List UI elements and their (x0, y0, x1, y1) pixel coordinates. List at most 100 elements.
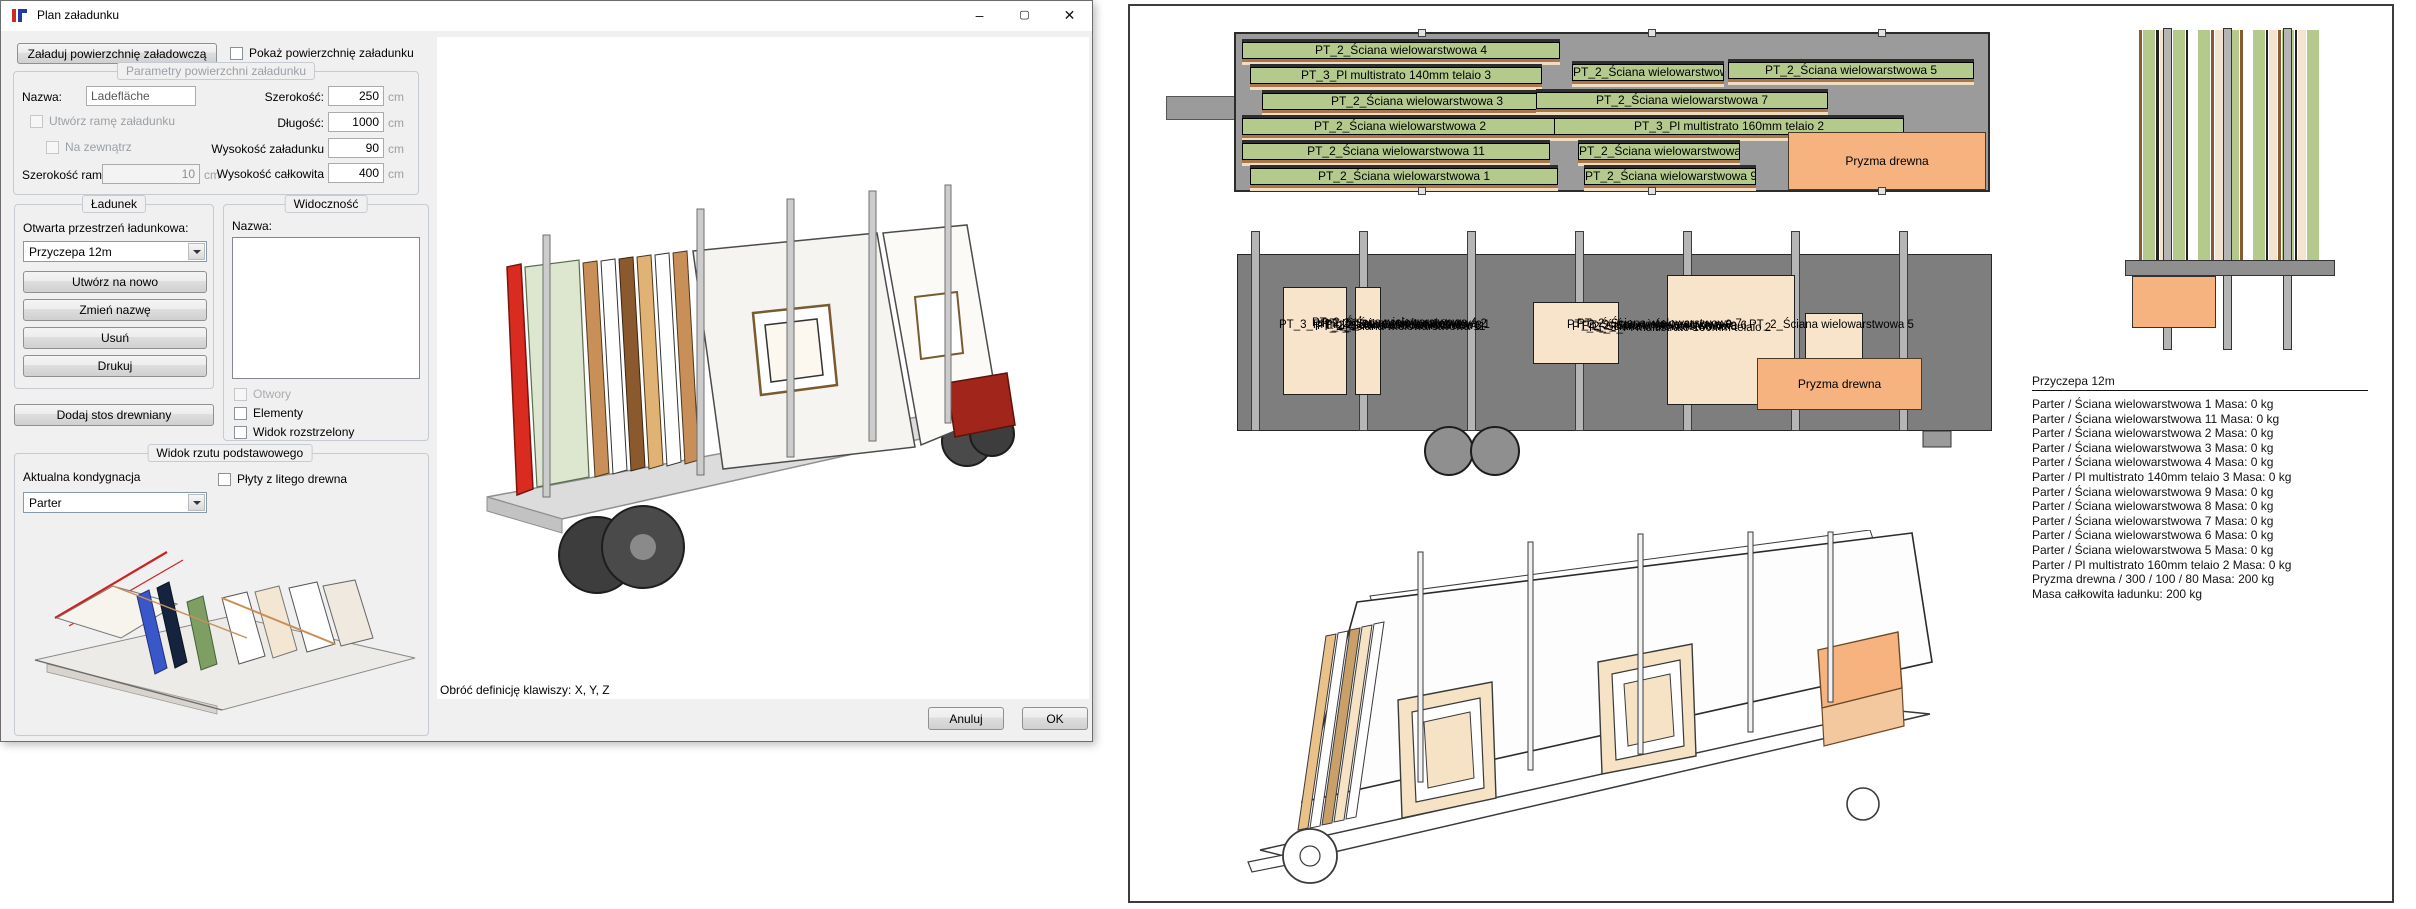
trailer-drawbar (1166, 96, 1236, 120)
selection-grip[interactable] (1648, 29, 1656, 37)
visibility-listbox[interactable] (232, 237, 420, 379)
selection-grip[interactable] (1418, 29, 1426, 37)
maximize-icon[interactable]: ▢ (1002, 1, 1047, 30)
dialog-titlebar[interactable]: Plan załadunku – ▢ ✕ (1, 1, 1092, 31)
checkbox-icon[interactable] (46, 141, 59, 154)
open-space-combobox[interactable]: Przyczepa 12m (23, 241, 207, 262)
cancel-button[interactable]: Anuluj (928, 707, 1004, 730)
isometric-view[interactable] (1230, 530, 1990, 900)
panel-edge-stripe (2298, 30, 2306, 260)
mass-report-line: Parter / Pl multistrato 160mm telaio 2 M… (2032, 558, 2380, 573)
house-preview-image (17, 518, 425, 732)
total-height-unit: cm (388, 167, 404, 181)
ok-button[interactable]: OK (1022, 707, 1088, 730)
storey-combobox[interactable]: Parter (23, 492, 207, 513)
panel-edge-stripe (2253, 30, 2265, 260)
width-field[interactable]: 250 (328, 86, 384, 106)
solid-wood-checkbox[interactable]: Płyty z litego drewna (218, 472, 347, 486)
pryzma-drewna-end-box (2132, 276, 2216, 328)
create-frame-checkbox[interactable]: Utwórz ramę załadunku (30, 114, 175, 128)
length-label: Długość: (209, 116, 324, 130)
panel-edge-stripe (2269, 30, 2277, 260)
length-unit: cm (388, 116, 404, 130)
plan-view[interactable]: PT_2_Ściana wielowarstwowa 4 PT_3_Pl mult… (1234, 32, 1990, 192)
chevron-down-icon[interactable] (188, 494, 205, 511)
plan-zaladunku-dialog: Plan załadunku – ▢ ✕ Załaduj powierzchni… (0, 0, 1093, 742)
frame-width-field[interactable]: 10 (102, 164, 200, 184)
total-height-field[interactable]: 400 (328, 163, 384, 183)
selection-grip[interactable] (1418, 187, 1426, 195)
width-unit: cm (388, 90, 404, 104)
panel-edge-stripe (2266, 30, 2268, 260)
panel-plan-label[interactable]: PT_2_Ściana wielowarstwowa 2 (1242, 118, 1558, 135)
visibility-checkbox[interactable]: Otwory (234, 387, 424, 401)
checkbox-icon[interactable] (30, 115, 43, 128)
pryzma-drewna-plan-box[interactable]: Pryzma drewna (1788, 132, 1986, 190)
cargo-action-button[interactable]: Drukuj (23, 355, 207, 377)
mass-report-line: Parter / Ściana wielowarstwowa 6 Masa: 0… (2032, 528, 2380, 543)
screenshot-root: Plan załadunku – ▢ ✕ Załaduj powierzchni… (0, 0, 2416, 909)
visibility-checkbox[interactable]: Widok rozstrzelony (234, 425, 424, 439)
close-icon[interactable]: ✕ (1047, 1, 1092, 30)
cargo-group: Ładunek Otwarta przestrzeń ładunkowa: Pr… (14, 204, 214, 389)
panel-edge-stripe (2295, 30, 2297, 260)
panel-plan-label[interactable]: PT_3_Pl multistrato 140mm telaio 3 (1250, 67, 1542, 84)
cargo-action-button[interactable]: Zmień nazwę (23, 299, 207, 321)
load-height-field[interactable]: 90 (328, 138, 384, 158)
mass-report-line: Parter / Pl multistrato 140mm telaio 3 M… (2032, 470, 2380, 485)
checkbox-icon[interactable] (230, 47, 243, 60)
mass-report-line: Parter / Ściana wielowarstwowa 8 Masa: 0… (2032, 499, 2380, 514)
checkbox-icon[interactable] (218, 473, 231, 486)
panel-plan-label[interactable]: PT_2_Ściana wielowarstwowa 8 (1578, 143, 1740, 160)
mass-report-line: Parter / Ściana wielowarstwowa 11 Masa: … (2032, 412, 2380, 427)
minimize-icon[interactable]: – (957, 1, 1002, 30)
load-height-unit: cm (388, 142, 404, 156)
outside-checkbox[interactable]: Na zewnątrz (46, 140, 132, 154)
visibility-checkbox-label: Widok rozstrzelony (253, 425, 354, 439)
checkbox-icon[interactable] (234, 426, 247, 439)
trailer-3d-render (447, 117, 1077, 637)
add-wood-stack-button[interactable]: Dodaj stos drewniany (14, 404, 214, 426)
dialog-title: Plan załadunku (37, 8, 119, 22)
panel-edge-stripe (2139, 30, 2142, 260)
panel-edge-stripe (2215, 30, 2223, 260)
mass-report-line: Parter / Ściana wielowarstwowa 7 Masa: 0… (2032, 514, 2380, 529)
name-field[interactable]: Ladefläche (86, 86, 196, 106)
cargo-group-title: Ładunek (82, 195, 146, 213)
cargo-action-button[interactable]: Usuń (23, 327, 207, 349)
panel-edge-stripe (2186, 30, 2188, 260)
cargo-action-button[interactable]: Utwórz na nowo (23, 271, 207, 293)
panel-plan-label[interactable]: PT_2_Ściana wielowarstwowa 4 (1242, 42, 1560, 59)
solid-wood-label: Płyty z litego drewna (237, 472, 347, 486)
checkbox-icon[interactable] (234, 388, 247, 401)
panel-edge-stripe (2198, 30, 2210, 260)
panel-plan-label[interactable]: PT_2_Ściana wielowarstwowa 3 (1262, 93, 1572, 110)
panel-edge-stripe (2211, 30, 2214, 260)
chevron-down-icon[interactable] (188, 243, 205, 260)
selection-grip[interactable] (1878, 29, 1886, 37)
elevation-view[interactable]: PT_3_Pl multistrato 140mm telaio 3PT_2_Ś… (1237, 227, 1992, 477)
outside-label: Na zewnątrz (65, 140, 132, 154)
selection-grip[interactable] (1878, 187, 1886, 195)
selection-grip[interactable] (1648, 187, 1656, 195)
storey-label: Aktualna kondygnacja (23, 470, 140, 484)
length-field[interactable]: 1000 (328, 112, 384, 132)
panel-plan-label[interactable]: PT_2_Ściana wielowarstwowa 9 (1584, 168, 1756, 185)
mass-report-line: Parter / Ściana wielowarstwowa 5 Masa: 0… (2032, 543, 2380, 558)
panel-plan-label[interactable]: PT_2_Ściana wielowarstwowa 7 (1536, 92, 1828, 109)
total-height-label: Wysokość całkowita (209, 167, 324, 181)
trailer-3d-viewport[interactable]: Obróć definicję klawiszy: X, Y, Z (437, 37, 1089, 699)
panel-plan-label[interactable]: PT_2_Ściana wielowarstwowa 1 (1250, 168, 1558, 185)
panel-edge-stripe (2240, 30, 2243, 260)
mass-report-line: Parter / Ściana wielowarstwowa 3 Masa: 0… (2032, 441, 2380, 456)
checkbox-icon[interactable] (234, 407, 247, 420)
panel-edge-stripe (2307, 30, 2319, 260)
end-view[interactable] (2125, 28, 2335, 353)
panel-plan-label[interactable]: PT_2_Ściana wielowarstwowa 5 (1728, 62, 1974, 79)
panel-plan-label[interactable]: PT_2_Ściana wielowarstwowa 6 (1572, 64, 1724, 81)
visibility-checkbox[interactable]: Elementy (234, 406, 424, 420)
mass-report-line: Parter / Ściana wielowarstwowa 4 Masa: 0… (2032, 455, 2380, 470)
panel-plan-label[interactable]: PT_2_Ściana wielowarstwowa 11 (1242, 143, 1550, 160)
load-surface-button[interactable]: Załaduj powierzchnię załadowczą (17, 43, 217, 64)
show-surface-checkbox[interactable]: Pokaż powierzchnię załadunku (230, 46, 414, 60)
